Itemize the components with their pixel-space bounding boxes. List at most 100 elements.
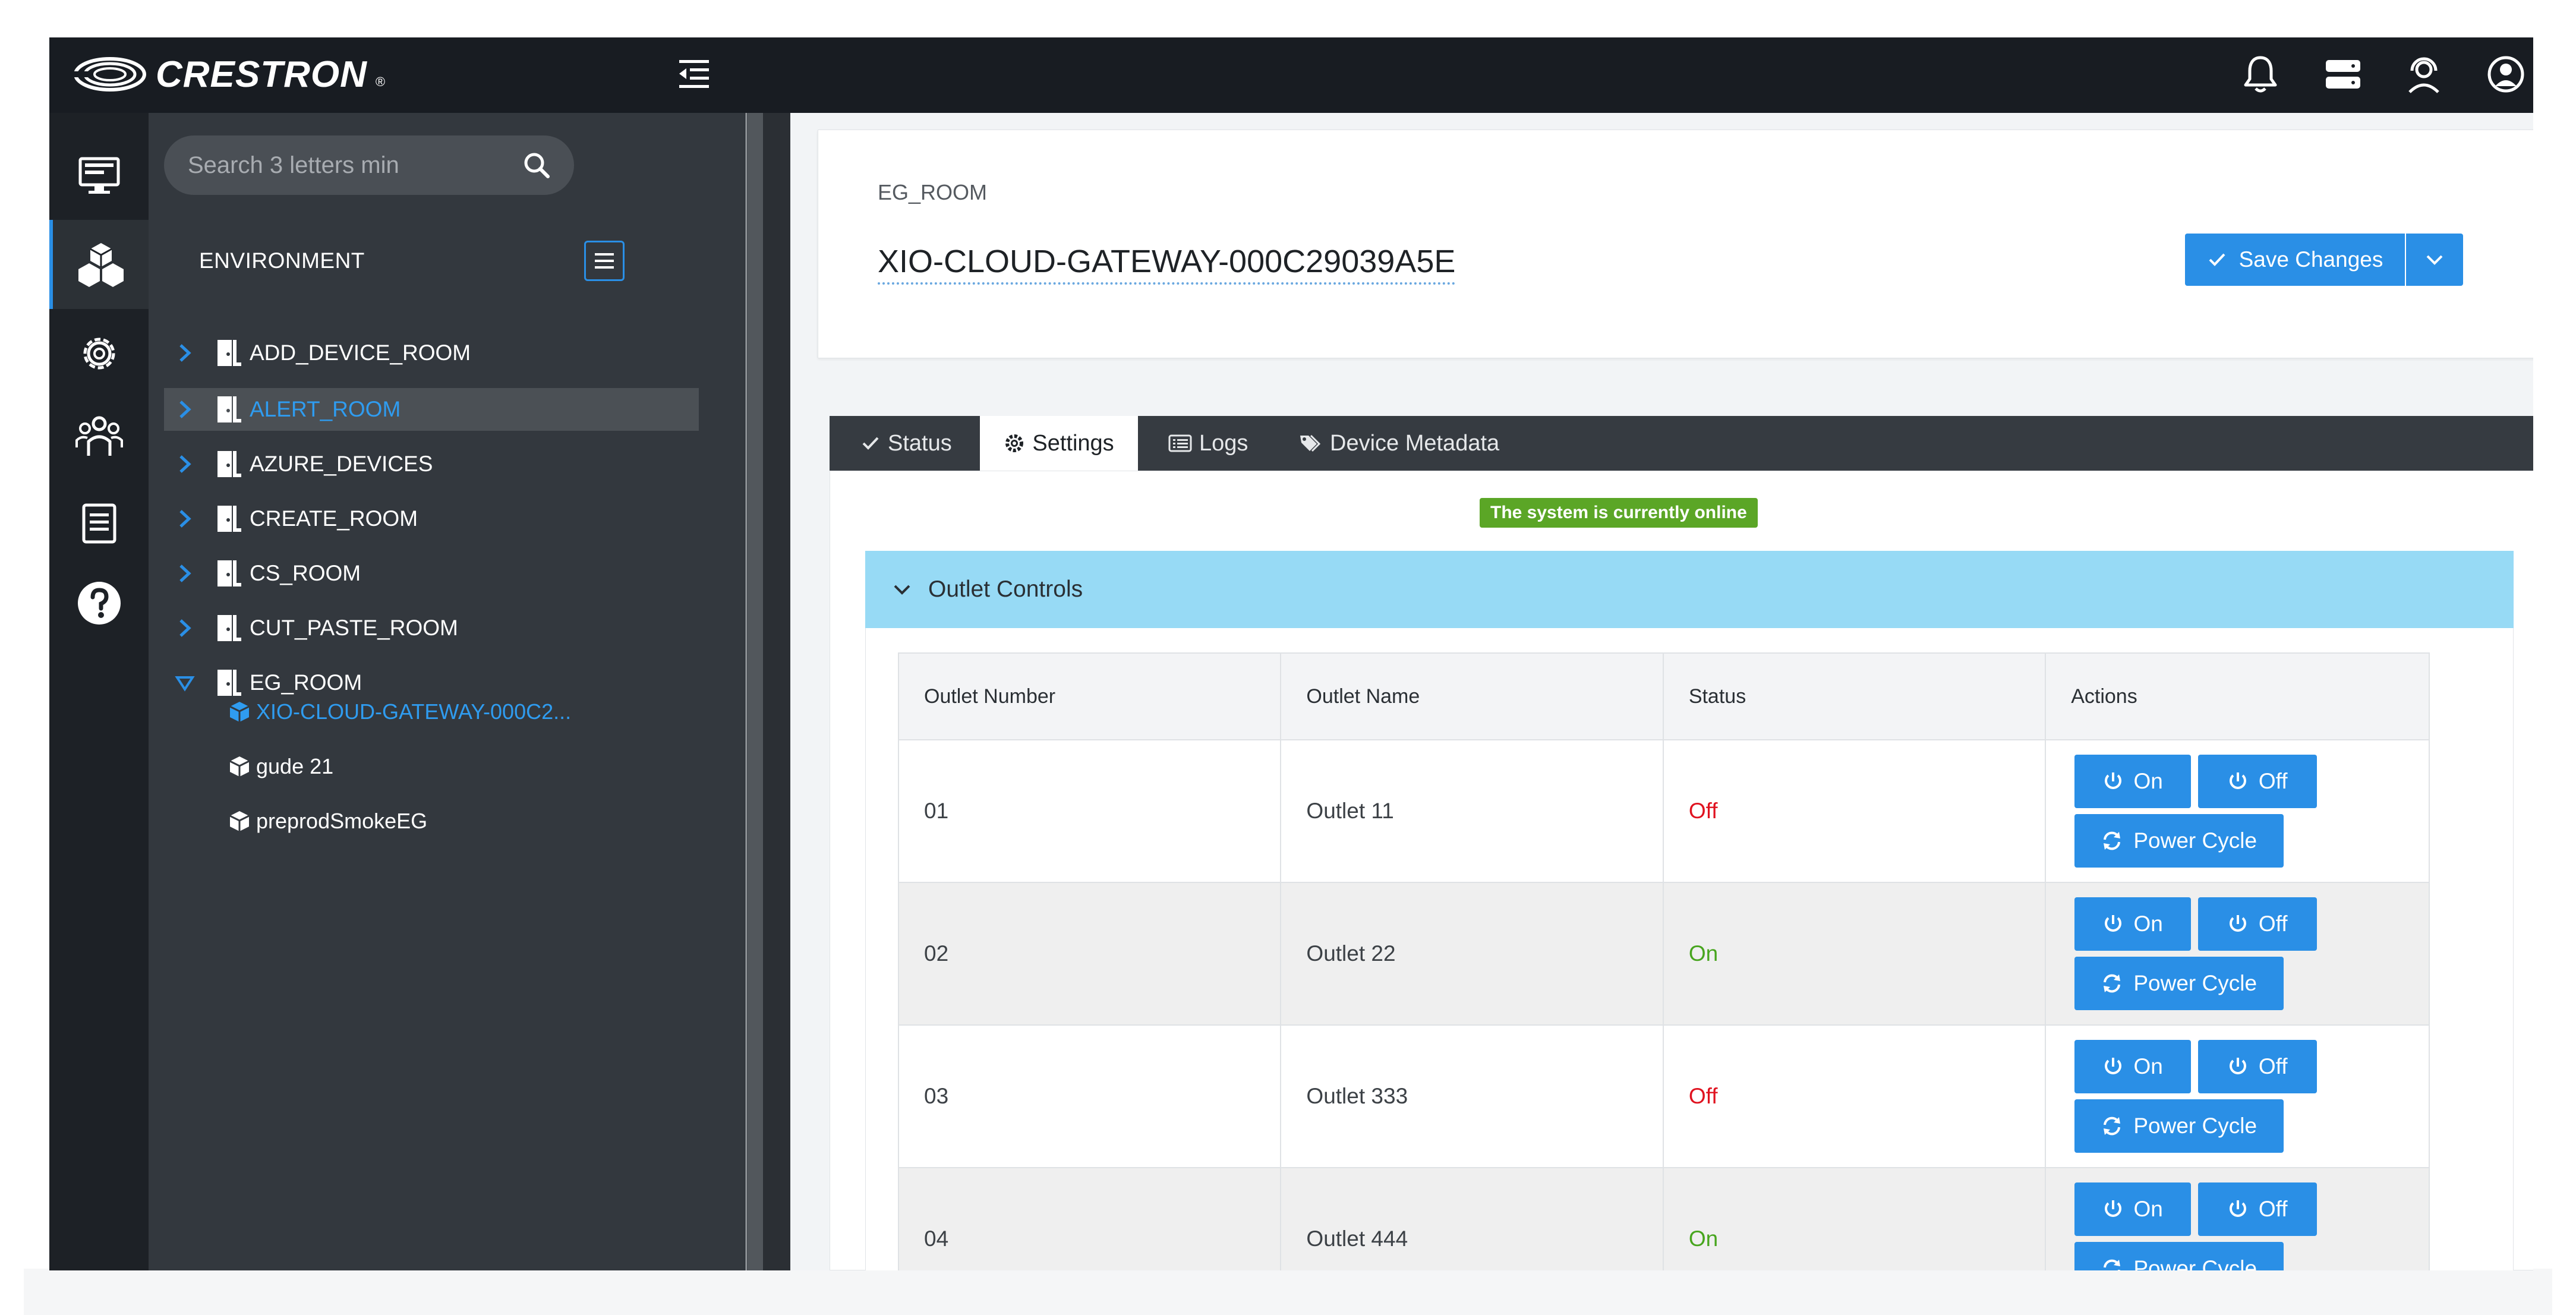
tree-scrollbar[interactable] (746, 113, 763, 1270)
power-off-button[interactable]: Off (2198, 1040, 2318, 1093)
rail-item-environment[interactable] (49, 220, 149, 309)
tab-label: Settings (1032, 430, 1114, 456)
tab-settings[interactable]: Settings (980, 416, 1138, 471)
tab-label: Logs (1199, 430, 1248, 456)
power-on-label: On (2133, 1054, 2163, 1079)
power-icon (2229, 915, 2246, 932)
server-icon[interactable] (2320, 52, 2366, 97)
tab-logs[interactable]: Logs (1168, 416, 1248, 471)
outlet-controls-header[interactable]: Outlet Controls (865, 551, 2514, 628)
save-changes-button[interactable]: Save Changes (2185, 234, 2405, 286)
power-cycle-button[interactable]: Power Cycle (2074, 1099, 2284, 1153)
gear-icon (1005, 434, 1024, 452)
door-icon (217, 451, 241, 477)
power-icon (2104, 1058, 2121, 1074)
gear-icon (83, 338, 115, 370)
power-icon (2104, 1200, 2121, 1217)
rail-item-help[interactable] (49, 559, 149, 648)
user-circle-icon[interactable] (2483, 52, 2528, 97)
column-header: Outlet Name (1280, 652, 1664, 740)
chevron-right-icon[interactable] (172, 397, 197, 422)
check-icon (862, 437, 879, 450)
rail-item-settings[interactable] (49, 309, 149, 398)
tree-room-row[interactable]: CREATE_ROOM (164, 497, 699, 540)
tree-room-row[interactable]: ADD_DEVICE_ROOM (164, 332, 699, 374)
power-off-label: Off (2258, 912, 2288, 936)
chevron-down-icon (894, 585, 910, 595)
chevron-right-icon[interactable] (172, 616, 197, 641)
chevron-right-icon[interactable] (172, 561, 197, 586)
tree-device-row[interactable]: preprodSmokeEG (228, 802, 427, 840)
column-header: Status (1662, 652, 2047, 740)
power-cycle-button[interactable]: Power Cycle (2074, 814, 2284, 868)
online-status-badge: The system is currently online (1480, 498, 1758, 528)
breadcrumb[interactable]: EG_ROOM (878, 180, 987, 205)
save-options-dropdown[interactable] (2406, 234, 2463, 286)
room-label: EG_ROOM (250, 670, 362, 695)
tab-status[interactable]: Status (860, 416, 952, 471)
tree-room-row[interactable]: CS_ROOM (164, 552, 699, 595)
tab-device-metadata[interactable]: Device Metadata (1299, 416, 1499, 471)
outlet-name: Outlet 11 (1280, 739, 1664, 883)
power-cycle-button[interactable]: Power Cycle (2074, 957, 2284, 1010)
device-header-card: EG_ROOM XIO-CLOUD-GATEWAY-000C29039A5E S… (818, 130, 2533, 358)
tree-room-row-selected[interactable]: ALERT_ROOM (164, 388, 699, 431)
power-cycle-button[interactable]: Power Cycle (2074, 1242, 2284, 1270)
cube-icon (229, 702, 250, 722)
power-on-button[interactable]: On (2074, 1040, 2192, 1093)
tags-icon (1300, 434, 1321, 452)
search-input[interactable] (188, 152, 497, 179)
environment-menu-button[interactable] (584, 241, 625, 281)
sync-icon (2104, 1117, 2121, 1136)
device-label: preprodSmokeEG (256, 809, 428, 833)
power-on-label: On (2133, 1197, 2163, 1221)
outlet-number: 01 (897, 739, 1282, 883)
outlet-status: Off (1662, 739, 2047, 883)
rail-item-users[interactable] (49, 392, 149, 481)
table-row: 02 Outlet 22 On On Off Power Cycle (897, 882, 2430, 1026)
tree-device-row-current[interactable]: XIO-CLOUD-GATEWAY-000C2... (228, 693, 571, 731)
power-icon (2104, 915, 2121, 932)
chevron-right-icon[interactable] (172, 452, 197, 477)
menu-bar (595, 260, 614, 262)
tree-room-row[interactable]: AZURE_DEVICES (164, 443, 699, 485)
save-changes-label: Save Changes (2238, 247, 2383, 272)
room-label: CUT_PASTE_ROOM (250, 616, 458, 640)
outlet-actions: On Off Power Cycle (2045, 882, 2430, 1026)
power-icon (2229, 772, 2246, 789)
power-off-button[interactable]: Off (2198, 897, 2318, 951)
chevron-down-icon[interactable] (172, 670, 197, 695)
power-off-button[interactable]: Off (2198, 1182, 2318, 1236)
bell-icon[interactable] (2238, 52, 2283, 97)
power-on-button[interactable]: On (2074, 755, 2192, 808)
chevron-right-icon[interactable] (172, 506, 197, 531)
rail-item-devices[interactable] (49, 131, 149, 220)
device-title[interactable]: XIO-CLOUD-GATEWAY-000C29039A5E (878, 243, 1456, 285)
device-label: gude 21 (256, 754, 334, 778)
headset-icon[interactable] (2401, 52, 2446, 97)
tree-room-row[interactable]: CUT_PASTE_ROOM (164, 607, 699, 649)
power-on-button[interactable]: On (2074, 1182, 2192, 1236)
outlet-number: 02 (897, 882, 1282, 1026)
power-on-button[interactable]: On (2074, 897, 2192, 951)
brand-logo[interactable]: CRESTRON ® (73, 51, 385, 98)
rail-item-reports[interactable] (49, 478, 149, 567)
search-icon[interactable] (522, 150, 551, 180)
environment-label: ENVIRONMENT (199, 248, 365, 273)
menu-bar (595, 266, 614, 269)
collapse-sidebar-icon[interactable] (673, 53, 715, 94)
nav-rail (49, 113, 149, 1270)
column-header: Actions (2045, 652, 2430, 740)
power-icon (2229, 1058, 2246, 1074)
power-off-button[interactable]: Off (2198, 755, 2318, 808)
list-icon (1168, 434, 1192, 452)
power-off-label: Off (2258, 769, 2288, 793)
power-icon (2229, 1200, 2246, 1217)
power-on-label: On (2133, 912, 2163, 936)
tree-device-row[interactable]: gude 21 (228, 748, 333, 786)
power-cycle-label: Power Cycle (2133, 1114, 2257, 1138)
brand-name: CRESTRON (156, 53, 367, 95)
outlet-actions: On Off Power Cycle (2045, 1024, 2430, 1168)
chevron-right-icon[interactable] (172, 340, 197, 365)
top-bar: CRESTRON ® (49, 37, 2533, 113)
